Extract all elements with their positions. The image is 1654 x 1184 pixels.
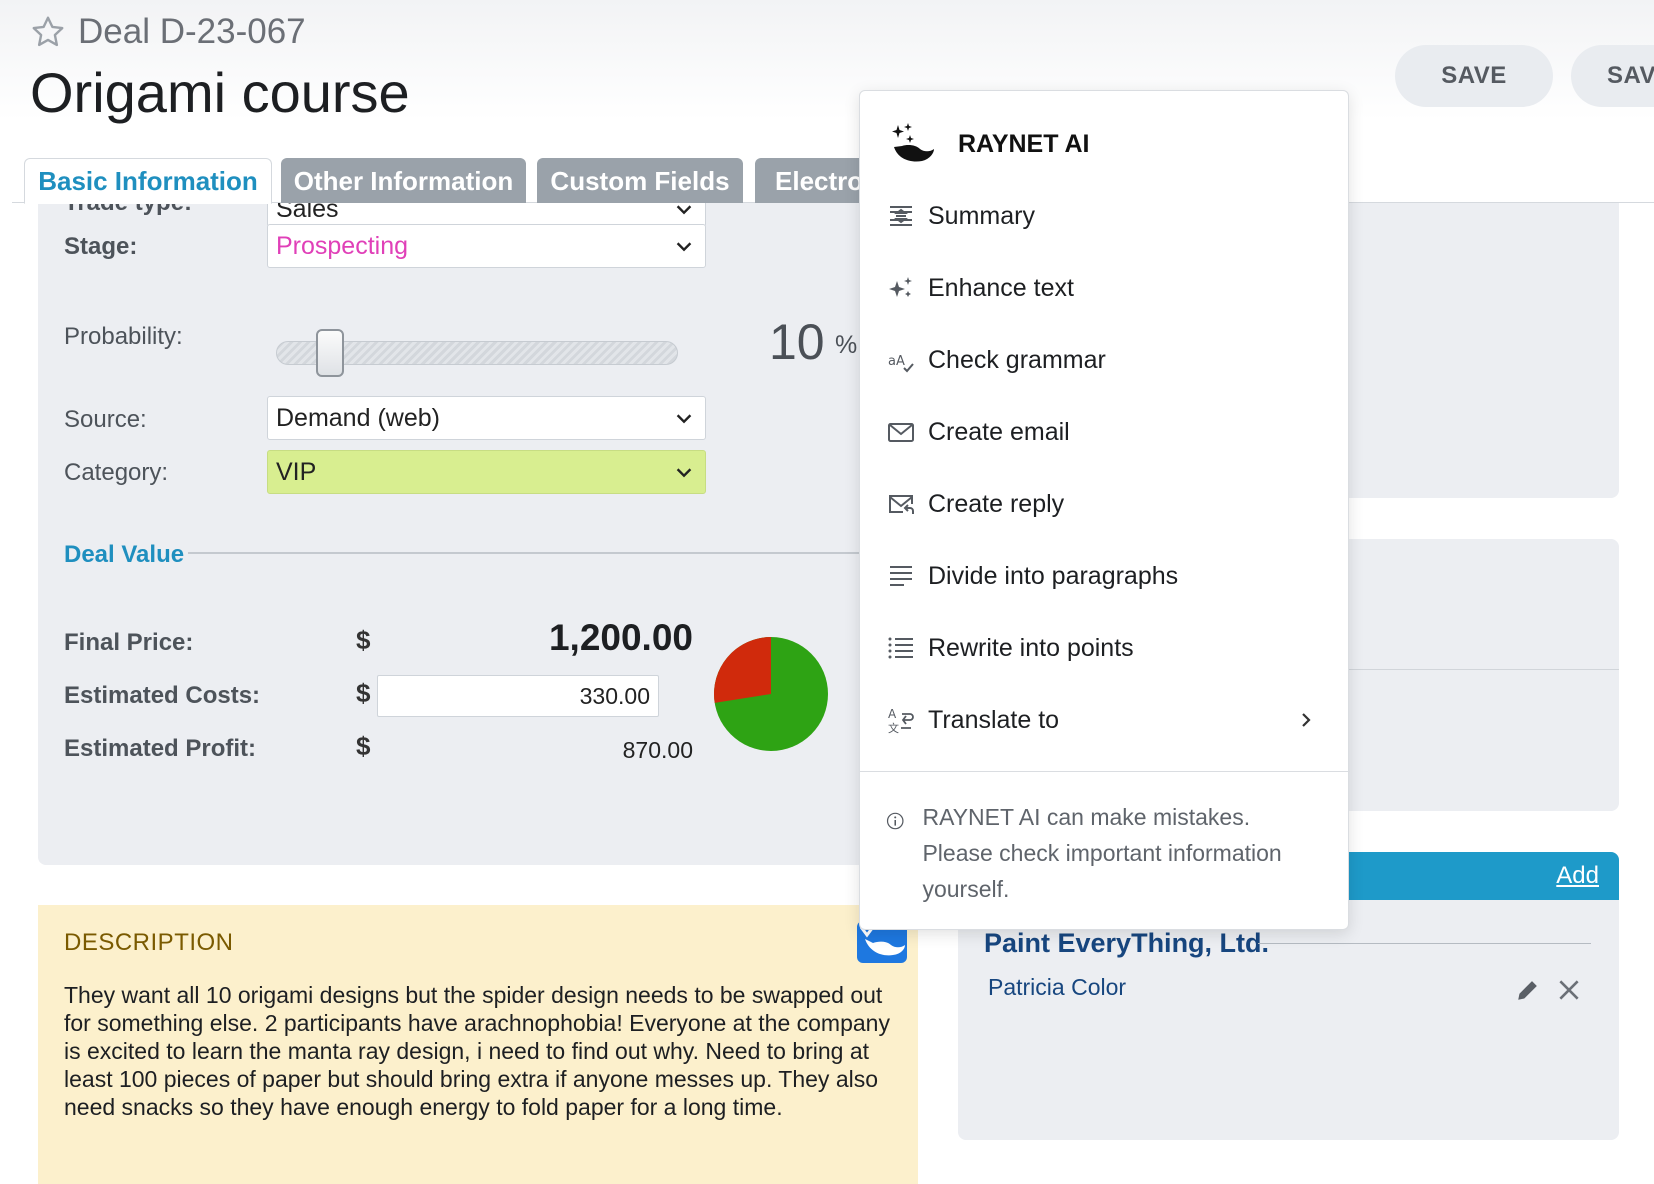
ai-item-label: Rewrite into points [928,633,1134,662]
stage-select[interactable]: Prospecting [267,224,706,268]
estimated-profit-label: Estimated Profit: [64,735,257,762]
ai-item-label: Check grammar [928,345,1106,374]
chevron-down-icon [676,468,692,478]
svg-text:A: A [888,707,897,721]
source-value: Demand (web) [276,403,440,432]
stage-label: Stage: [64,233,138,260]
ai-item-create-email[interactable]: Create email [886,407,1326,457]
currency-symbol: $ [356,678,371,708]
final-price-value: 1,200.00 [548,617,693,658]
ai-item-summary[interactable]: Summary [886,191,1326,241]
company-name[interactable]: Paint EveryThing, Ltd. [984,928,1269,959]
ai-item-label: Create email [928,417,1070,446]
contacts-card: Paint EveryThing, Ltd. Patricia Color [958,900,1619,1140]
ai-item-divide-paragraphs[interactable]: Divide into paragraphs [886,551,1326,601]
ai-item-enhance-text[interactable]: Enhance text [886,263,1326,313]
tab-custom-fields[interactable]: Custom Fields [537,158,743,204]
pie-slice-costs [714,637,771,703]
ai-disclaimer-text: RAYNET AI can make mistakes. Please chec… [922,804,1282,902]
summary-icon [886,201,916,231]
currency-symbol: $ [356,625,371,655]
ai-item-label: Divide into paragraphs [928,561,1179,590]
contact-person[interactable]: Patricia Color [988,974,1126,1001]
description-title: DESCRIPTION [64,929,234,956]
ai-item-label: Summary [928,201,1035,230]
description-panel: DESCRIPTION They want all 10 origami des… [38,905,918,1184]
list-icon [886,633,916,663]
star-icon[interactable] [30,14,66,50]
translate-icon: A文 [886,705,916,735]
grammar-icon: aA [886,345,916,375]
category-value: VIP [276,457,317,486]
raynet-ai-logo-icon [892,123,934,162]
info-icon [886,812,904,830]
ai-menu-header: RAYNET AI [888,121,1090,167]
profit-pie-chart [714,637,828,751]
deal-value-title: Deal Value [64,541,185,568]
ai-menu-divider [860,771,1350,772]
mail-icon [886,417,916,447]
chevron-down-icon [676,414,692,424]
trade-type-value: Sales [276,203,339,223]
estimated-costs-label: Estimated Costs: [64,682,261,709]
ai-menu-title: RAYNET AI [958,129,1090,158]
estimated-profit-value: 870.00 [622,737,693,763]
ai-item-create-reply[interactable]: Create reply [886,479,1326,529]
section-divider [188,552,868,554]
trade-type-label: Trade type: [64,203,192,217]
mail-reply-icon [886,489,916,519]
ai-item-check-grammar[interactable]: aA Check grammar [886,335,1326,385]
tab-other-information[interactable]: Other Information [281,158,526,204]
final-price-label: Final Price: [64,629,194,656]
ai-item-rewrite-points[interactable]: Rewrite into points [886,623,1326,673]
ai-disclaimer: RAYNET AI can make mistakes. Please chec… [886,799,1326,907]
probability-label: Probability: [64,323,183,350]
save-and-close-button[interactable]: SAV [1571,45,1654,107]
currency-symbol: $ [356,731,371,761]
probability-unit: % [835,331,858,359]
chevron-right-icon [1302,713,1311,727]
probability-value: 10 [769,314,825,370]
close-icon[interactable] [1556,977,1582,1003]
add-contact-link[interactable]: Add [1556,862,1599,890]
deal-code: Deal D-23-067 [78,12,306,51]
estimated-costs-input[interactable]: 330.00 [377,675,659,717]
ai-item-label: Translate to [928,705,1060,734]
svg-text:aA: aA [888,354,905,369]
ai-item-translate-to[interactable]: A文 Translate to [886,695,1326,745]
tab-electronic[interactable]: Electro [755,158,865,204]
pencil-icon[interactable] [1516,978,1540,1002]
ai-item-label: Enhance text [928,273,1074,302]
chevron-down-icon [676,242,692,252]
raynet-ai-menu: RAYNET AI Summary Enhance text aA Check … [859,90,1350,930]
description-text[interactable]: They want all 10 origami designs but the… [64,981,904,1121]
source-label: Source: [64,406,147,433]
ai-item-label: Create reply [928,489,1065,518]
save-button[interactable]: SAVE [1395,45,1553,107]
chevron-down-icon [676,205,692,215]
tab-basic-information[interactable]: Basic Information [24,158,272,204]
basic-info-panel: Trade type: Sales Stage: Prospecting Pro… [38,203,868,865]
company-divider [1258,943,1591,944]
paragraphs-icon [886,561,916,591]
page-title: Origami course [30,61,410,124]
svg-text:文: 文 [888,721,899,734]
probability-slider-handle[interactable] [316,329,345,377]
category-label: Category: [64,459,169,486]
category-select[interactable]: VIP [267,450,706,494]
sparkle-icon [886,273,916,303]
stage-value: Prospecting [276,231,409,260]
source-select[interactable]: Demand (web) [267,396,706,440]
